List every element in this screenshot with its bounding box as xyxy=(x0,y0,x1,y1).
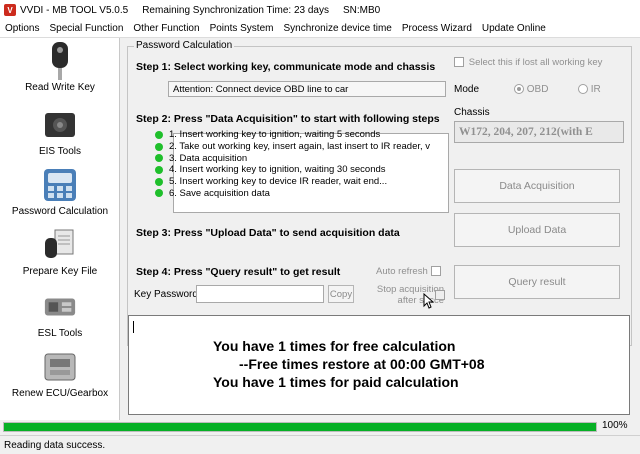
step4-title: Step 4: Press "Query result" to get resu… xyxy=(136,266,341,278)
password-calculation-group: Password Calculation Step 1: Select work… xyxy=(127,40,632,346)
menu-options[interactable]: Options xyxy=(0,23,44,34)
group-legend: Password Calculation xyxy=(134,40,235,51)
lost-all-keys-label: Select this if lost all working key xyxy=(468,57,603,68)
sidebar-item-label: EIS Tools xyxy=(38,146,82,157)
mode-obd-label: OBD xyxy=(526,84,549,95)
lost-all-keys-checkbox[interactable] xyxy=(454,57,464,68)
list-item: 5. Insert working key to device IR reade… xyxy=(155,176,480,188)
output-line-3: You have 1 times for paid calculation xyxy=(213,374,459,390)
attention-box: Attention: Connect device OBD line to ca… xyxy=(168,81,446,97)
sidebar-item-password-calculation[interactable]: Password Calculation xyxy=(0,168,120,217)
title-bar: V VVDI - MB TOOL V5.0.5 Remaining Synchr… xyxy=(0,0,640,20)
list-item: 4. Insert working key to ignition, waiti… xyxy=(155,164,480,176)
lost-all-keys-option[interactable]: Select this if lost all working key xyxy=(454,57,602,68)
status-dot xyxy=(155,189,163,198)
text-caret xyxy=(133,321,134,333)
auto-refresh-label: Auto refresh xyxy=(376,266,428,277)
output-textarea[interactable]: You have 1 times for free calculation --… xyxy=(128,315,630,415)
output-line-1: You have 1 times for free calculation xyxy=(213,338,456,354)
status-dot xyxy=(155,142,163,151)
sidebar-item-label: Read Write Key xyxy=(25,82,95,93)
mode-ir-option[interactable]: IR xyxy=(578,84,601,95)
mouse-cursor-icon xyxy=(423,293,435,309)
list-item: 6. Save acquisition data xyxy=(155,187,480,199)
menu-other-function[interactable]: Other Function xyxy=(128,23,204,34)
key-password-label: Key Password xyxy=(134,289,198,300)
list-item: 2. Take out working key, insert again, l… xyxy=(155,141,480,153)
query-result-button[interactable]: Query result xyxy=(454,265,620,299)
car-key-icon xyxy=(43,42,77,80)
esl-module-icon xyxy=(43,290,77,324)
sync-time: Remaining Synchronization Time: 23 days xyxy=(142,4,329,16)
ecu-module-icon xyxy=(43,350,77,384)
status-dot xyxy=(155,130,163,139)
progress-bar xyxy=(3,422,597,432)
sidebar-item-label: ESL Tools xyxy=(37,328,83,339)
sidebar-item-label: Renew ECU/Gearbox xyxy=(11,388,109,399)
sidebar: Read Write Key EIS Tools Password Calcul… xyxy=(0,38,120,420)
auto-refresh-option[interactable]: Auto refresh xyxy=(376,266,441,277)
sidebar-item-label: Password Calculation xyxy=(11,206,109,217)
app-title: VVDI - MB TOOL V5.0.5 xyxy=(20,4,129,16)
status-dot xyxy=(155,177,163,186)
output-line-2: --Free times restore at 00:00 GMT+08 xyxy=(239,356,485,372)
progress-label: 100% xyxy=(602,420,628,431)
menu-bar: Options Special Function Other Function … xyxy=(0,20,640,38)
chassis-label: Chassis xyxy=(454,107,490,118)
attention-text: Attention: Connect device OBD line to ca… xyxy=(173,83,349,95)
mode-ir-radio[interactable] xyxy=(578,84,588,95)
sidebar-item-prepare-key-file[interactable]: Prepare Key File xyxy=(0,228,120,277)
mode-label: Mode xyxy=(454,84,480,95)
upload-data-button[interactable]: Upload Data xyxy=(454,213,620,247)
status-dot xyxy=(155,154,163,163)
menu-points-system[interactable]: Points System xyxy=(205,23,279,34)
progress-fill xyxy=(4,423,596,431)
status-bar: Reading data success. xyxy=(0,435,640,454)
mode-ir-label: IR xyxy=(590,84,601,95)
data-acquisition-button[interactable]: Data Acquisition xyxy=(454,169,620,203)
step1-title: Step 1: Select working key, communicate … xyxy=(136,61,436,73)
key-file-icon xyxy=(43,228,77,262)
stop-acquisition-checkbox[interactable] xyxy=(435,290,445,300)
eis-module-icon xyxy=(43,108,77,142)
list-item: 1. Insert working key to ignition, waiti… xyxy=(155,129,480,141)
mode-obd-radio[interactable] xyxy=(514,84,524,95)
menu-process-wizard[interactable]: Process Wizard xyxy=(397,23,477,34)
sidebar-item-esl-tools[interactable]: ESL Tools xyxy=(0,290,120,339)
list-item: 3. Data acquisition xyxy=(155,152,480,164)
mode-obd-option[interactable]: OBD xyxy=(514,84,548,95)
copy-button[interactable]: Copy xyxy=(328,285,354,303)
menu-synchronize-device-time[interactable]: Synchronize device time xyxy=(278,23,396,34)
status-text: Reading data success. xyxy=(4,439,106,451)
serial-number: SN:MB0 xyxy=(342,4,381,16)
sidebar-item-renew-ecu-gearbox[interactable]: Renew ECU/Gearbox xyxy=(0,350,120,399)
menu-special-function[interactable]: Special Function xyxy=(44,23,128,34)
instructions-list: 1. Insert working key to ignition, waiti… xyxy=(155,129,480,209)
auto-refresh-checkbox[interactable] xyxy=(430,266,441,277)
status-dot xyxy=(155,165,163,174)
sidebar-item-label: Prepare Key File xyxy=(22,266,98,277)
step2-title: Step 2: Press "Data Acquisition" to star… xyxy=(136,113,440,125)
main-content: Password Calculation Step 1: Select work… xyxy=(122,38,640,420)
key-password-input[interactable] xyxy=(196,285,324,303)
password-calculation-icon xyxy=(43,168,77,202)
app-icon: V xyxy=(4,4,16,16)
step3-title: Step 3: Press "Upload Data" to send acqu… xyxy=(136,227,400,239)
sidebar-item-eis-tools[interactable]: EIS Tools xyxy=(0,108,120,157)
menu-update-online[interactable]: Update Online xyxy=(477,23,551,34)
sidebar-item-read-write-key[interactable]: Read Write Key xyxy=(0,42,120,93)
